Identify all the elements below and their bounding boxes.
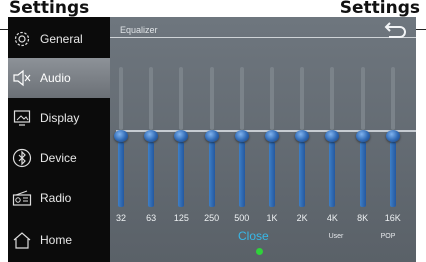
frequency-label: 2K bbox=[296, 213, 308, 223]
slider-track-lower bbox=[389, 142, 396, 207]
slider-track-lower bbox=[148, 142, 155, 207]
slider-track-lower bbox=[178, 142, 185, 207]
slider-track-upper bbox=[239, 67, 244, 130]
slider-track-lower bbox=[329, 142, 336, 207]
eq-slider-4k[interactable] bbox=[322, 67, 342, 207]
sidebar-item-general[interactable]: General bbox=[8, 19, 110, 59]
eq-slider-63[interactable] bbox=[141, 67, 161, 207]
slider-knob[interactable] bbox=[265, 130, 279, 142]
slider-knob[interactable] bbox=[355, 130, 370, 142]
eq-slider-250[interactable] bbox=[202, 67, 222, 207]
sidebar: General Audio Display Device Radio Home bbox=[8, 17, 110, 262]
sidebar-item-display[interactable]: Display bbox=[8, 98, 110, 138]
slider-track-upper bbox=[360, 67, 365, 130]
back-button[interactable] bbox=[381, 21, 409, 43]
eq-slider-1k[interactable] bbox=[262, 67, 282, 207]
display-icon bbox=[12, 108, 32, 128]
gear-icon bbox=[12, 29, 32, 49]
sidebar-item-label: Audio bbox=[40, 71, 71, 85]
sidebar-item-label: Display bbox=[40, 111, 80, 125]
frequency-label: 32 bbox=[115, 213, 126, 223]
slider-knob[interactable] bbox=[114, 130, 128, 142]
frequency-label: 250 bbox=[204, 213, 220, 223]
slider-track-upper bbox=[390, 67, 395, 130]
eq-slider-2k[interactable] bbox=[292, 67, 312, 207]
frequency-label: 125 bbox=[173, 213, 189, 223]
sidebar-item-label: Radio bbox=[40, 191, 72, 205]
sidebar-item-label: Device bbox=[40, 151, 77, 165]
slider-knob[interactable] bbox=[144, 130, 159, 142]
frequency-label: 1K bbox=[266, 213, 278, 223]
slider-track-lower bbox=[118, 142, 124, 207]
header-divider bbox=[110, 37, 416, 38]
slider-track-lower bbox=[269, 142, 275, 207]
frequency-label: 16K bbox=[384, 213, 401, 223]
close-button[interactable]: Close bbox=[238, 229, 269, 243]
slider-knob[interactable] bbox=[385, 130, 400, 142]
sidebar-item-radio[interactable]: Radio bbox=[8, 178, 110, 218]
slider-track-upper bbox=[119, 67, 123, 130]
speaker-icon bbox=[12, 68, 32, 88]
preset-user[interactable]: User bbox=[321, 233, 351, 240]
bluetooth-icon bbox=[12, 148, 32, 168]
slider-knob[interactable] bbox=[295, 130, 310, 142]
eq-slider-125[interactable] bbox=[171, 67, 191, 207]
sidebar-item-audio[interactable]: Audio bbox=[8, 58, 110, 98]
back-arrow-icon bbox=[384, 22, 406, 38]
slider-track-lower bbox=[208, 142, 215, 207]
equalizer-panel bbox=[110, 57, 416, 217]
slider-knob[interactable] bbox=[325, 130, 340, 142]
status-indicator-dot bbox=[256, 248, 263, 255]
eq-slider-16k[interactable] bbox=[383, 67, 403, 207]
slider-track-upper bbox=[209, 67, 214, 130]
frequency-label: 500 bbox=[234, 213, 250, 223]
slider-track-upper bbox=[330, 67, 335, 130]
slider-track-upper bbox=[300, 67, 305, 130]
home-icon bbox=[12, 230, 32, 250]
frequency-label: 8K bbox=[357, 213, 369, 223]
frequency-label: 63 bbox=[146, 213, 157, 223]
sidebar-item-label: Home bbox=[40, 233, 73, 247]
eq-slider-500[interactable] bbox=[232, 67, 252, 207]
preset-pop[interactable]: POP bbox=[373, 233, 403, 240]
slider-track-lower bbox=[238, 142, 245, 207]
sidebar-item-device[interactable]: Device bbox=[8, 138, 110, 178]
slider-track-lower bbox=[359, 142, 366, 207]
settings-screen: General Audio Display Device Radio Home … bbox=[8, 17, 416, 262]
sidebar-item-home[interactable]: Home bbox=[8, 220, 110, 260]
frequency-label: 4K bbox=[326, 213, 338, 223]
slider-knob[interactable] bbox=[204, 130, 219, 142]
slider-knob[interactable] bbox=[174, 130, 189, 142]
slider-track-lower bbox=[299, 142, 306, 207]
eq-slider-32[interactable] bbox=[111, 67, 131, 207]
slider-track-upper bbox=[149, 67, 154, 130]
sidebar-item-label: General bbox=[40, 32, 83, 46]
radio-icon bbox=[12, 188, 32, 208]
eq-slider-8k[interactable] bbox=[353, 67, 373, 207]
slider-knob[interactable] bbox=[234, 130, 249, 142]
slider-track-upper bbox=[270, 67, 274, 130]
slider-track-upper bbox=[179, 67, 184, 130]
equalizer-title: Equalizer bbox=[120, 25, 158, 35]
